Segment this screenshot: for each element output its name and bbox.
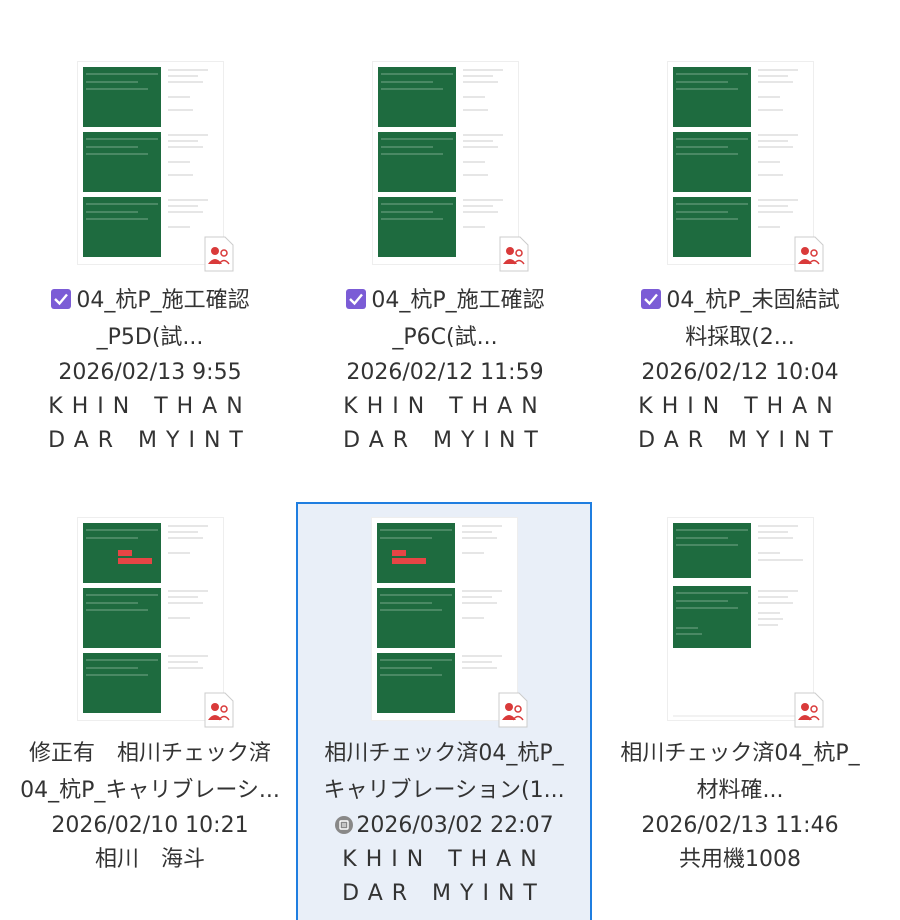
file-owner: KHIN THAN [343,394,547,419]
file-name[interactable]: 04_杭P_施工確認 [300,282,590,319]
page-preview [371,518,517,720]
pdf-shared-icon [499,236,528,272]
page-preview [77,62,223,264]
cloud-sync-icon [335,816,354,834]
file-name-line2: 料採取(2... [685,325,795,350]
file-thumbnail [667,518,823,728]
file-owner: KHIN THAN [48,394,252,419]
page-preview [667,62,813,264]
file-owner-line2: DAR MYINT [48,428,252,453]
file-date-row: 2026/03/02 22:07 [298,809,590,843]
file-tile[interactable]: 04_杭P_施工確認 _P6C(試... 2026/02/12 11:59 KH… [300,62,590,458]
file-thumbnail [667,62,823,272]
page-preview [77,518,223,720]
pdf-shared-icon [794,236,823,272]
checkbox-checked-icon[interactable] [640,288,662,310]
pdf-shared-icon [204,692,233,728]
pdf-shared-icon [794,692,823,728]
file-name[interactable]: 相川チェック済04_杭P_ [298,735,590,772]
file-owner-line2: DAR MYINT [343,428,547,453]
file-date: 2026/02/13 11:46 [641,813,839,838]
file-name[interactable]: 修正有 相川チェック済 [5,735,295,772]
file-owner: KHIN THAN [342,847,546,872]
file-date: 2026/02/12 11:59 [346,360,544,385]
file-tile[interactable]: 04_杭P_施工確認 _P5D(試... 2026/02/13 9:55 KHI… [5,62,295,458]
file-tile-selected[interactable]: 相川チェック済04_杭P_ キャリブレーション(1... 2026/03/02 … [296,502,592,920]
page-preview [667,518,813,720]
file-owner: 相川 海斗 [94,847,205,872]
file-date: 2026/02/12 10:04 [641,360,839,385]
page-preview [372,62,518,264]
file-tile[interactable]: 修正有 相川チェック済 04_杭P_キャリブレーシ... 2026/02/10 … [5,518,295,877]
file-thumbnail [372,62,528,272]
file-thumbnail [77,518,233,728]
file-tile[interactable]: 相川チェック済04_杭P_ 材料確... 2026/02/13 11:46 共用… [595,518,885,877]
file-tile[interactable]: 04_杭P_未固結試 料採取(2... 2026/02/12 10:04 KHI… [595,62,885,458]
file-name-line2: _P5D(試... [96,325,204,350]
checkbox-checked-icon[interactable] [345,288,367,310]
file-thumbnail [371,518,527,728]
file-date: 2026/02/10 10:21 [51,813,249,838]
file-name-line2: キャリブレーション(1... [323,778,565,803]
file-name[interactable]: 04_杭P_施工確認 [5,282,295,319]
file-grid: 04_杭P_施工確認 _P5D(試... 2026/02/13 9:55 KHI… [0,0,900,920]
file-date: 2026/02/13 9:55 [58,360,242,385]
file-owner: KHIN THAN [638,394,842,419]
file-name-line2: 材料確... [696,778,784,803]
file-name-line2: 04_杭P_キャリブレーシ... [20,778,280,803]
file-name[interactable]: 04_杭P_未固結試 [595,282,885,319]
file-owner: 共用機1008 [679,847,801,872]
pdf-shared-icon [204,236,233,272]
file-thumbnail [77,62,233,272]
file-name-line2: _P6C(試... [392,325,498,350]
file-owner-line2: DAR MYINT [342,881,546,906]
file-owner-line2: DAR MYINT [638,428,842,453]
file-name[interactable]: 相川チェック済04_杭P_ [595,735,885,772]
pdf-shared-icon [498,692,527,728]
checkbox-checked-icon[interactable] [50,288,72,310]
file-date: 2026/03/02 22:07 [356,813,554,838]
